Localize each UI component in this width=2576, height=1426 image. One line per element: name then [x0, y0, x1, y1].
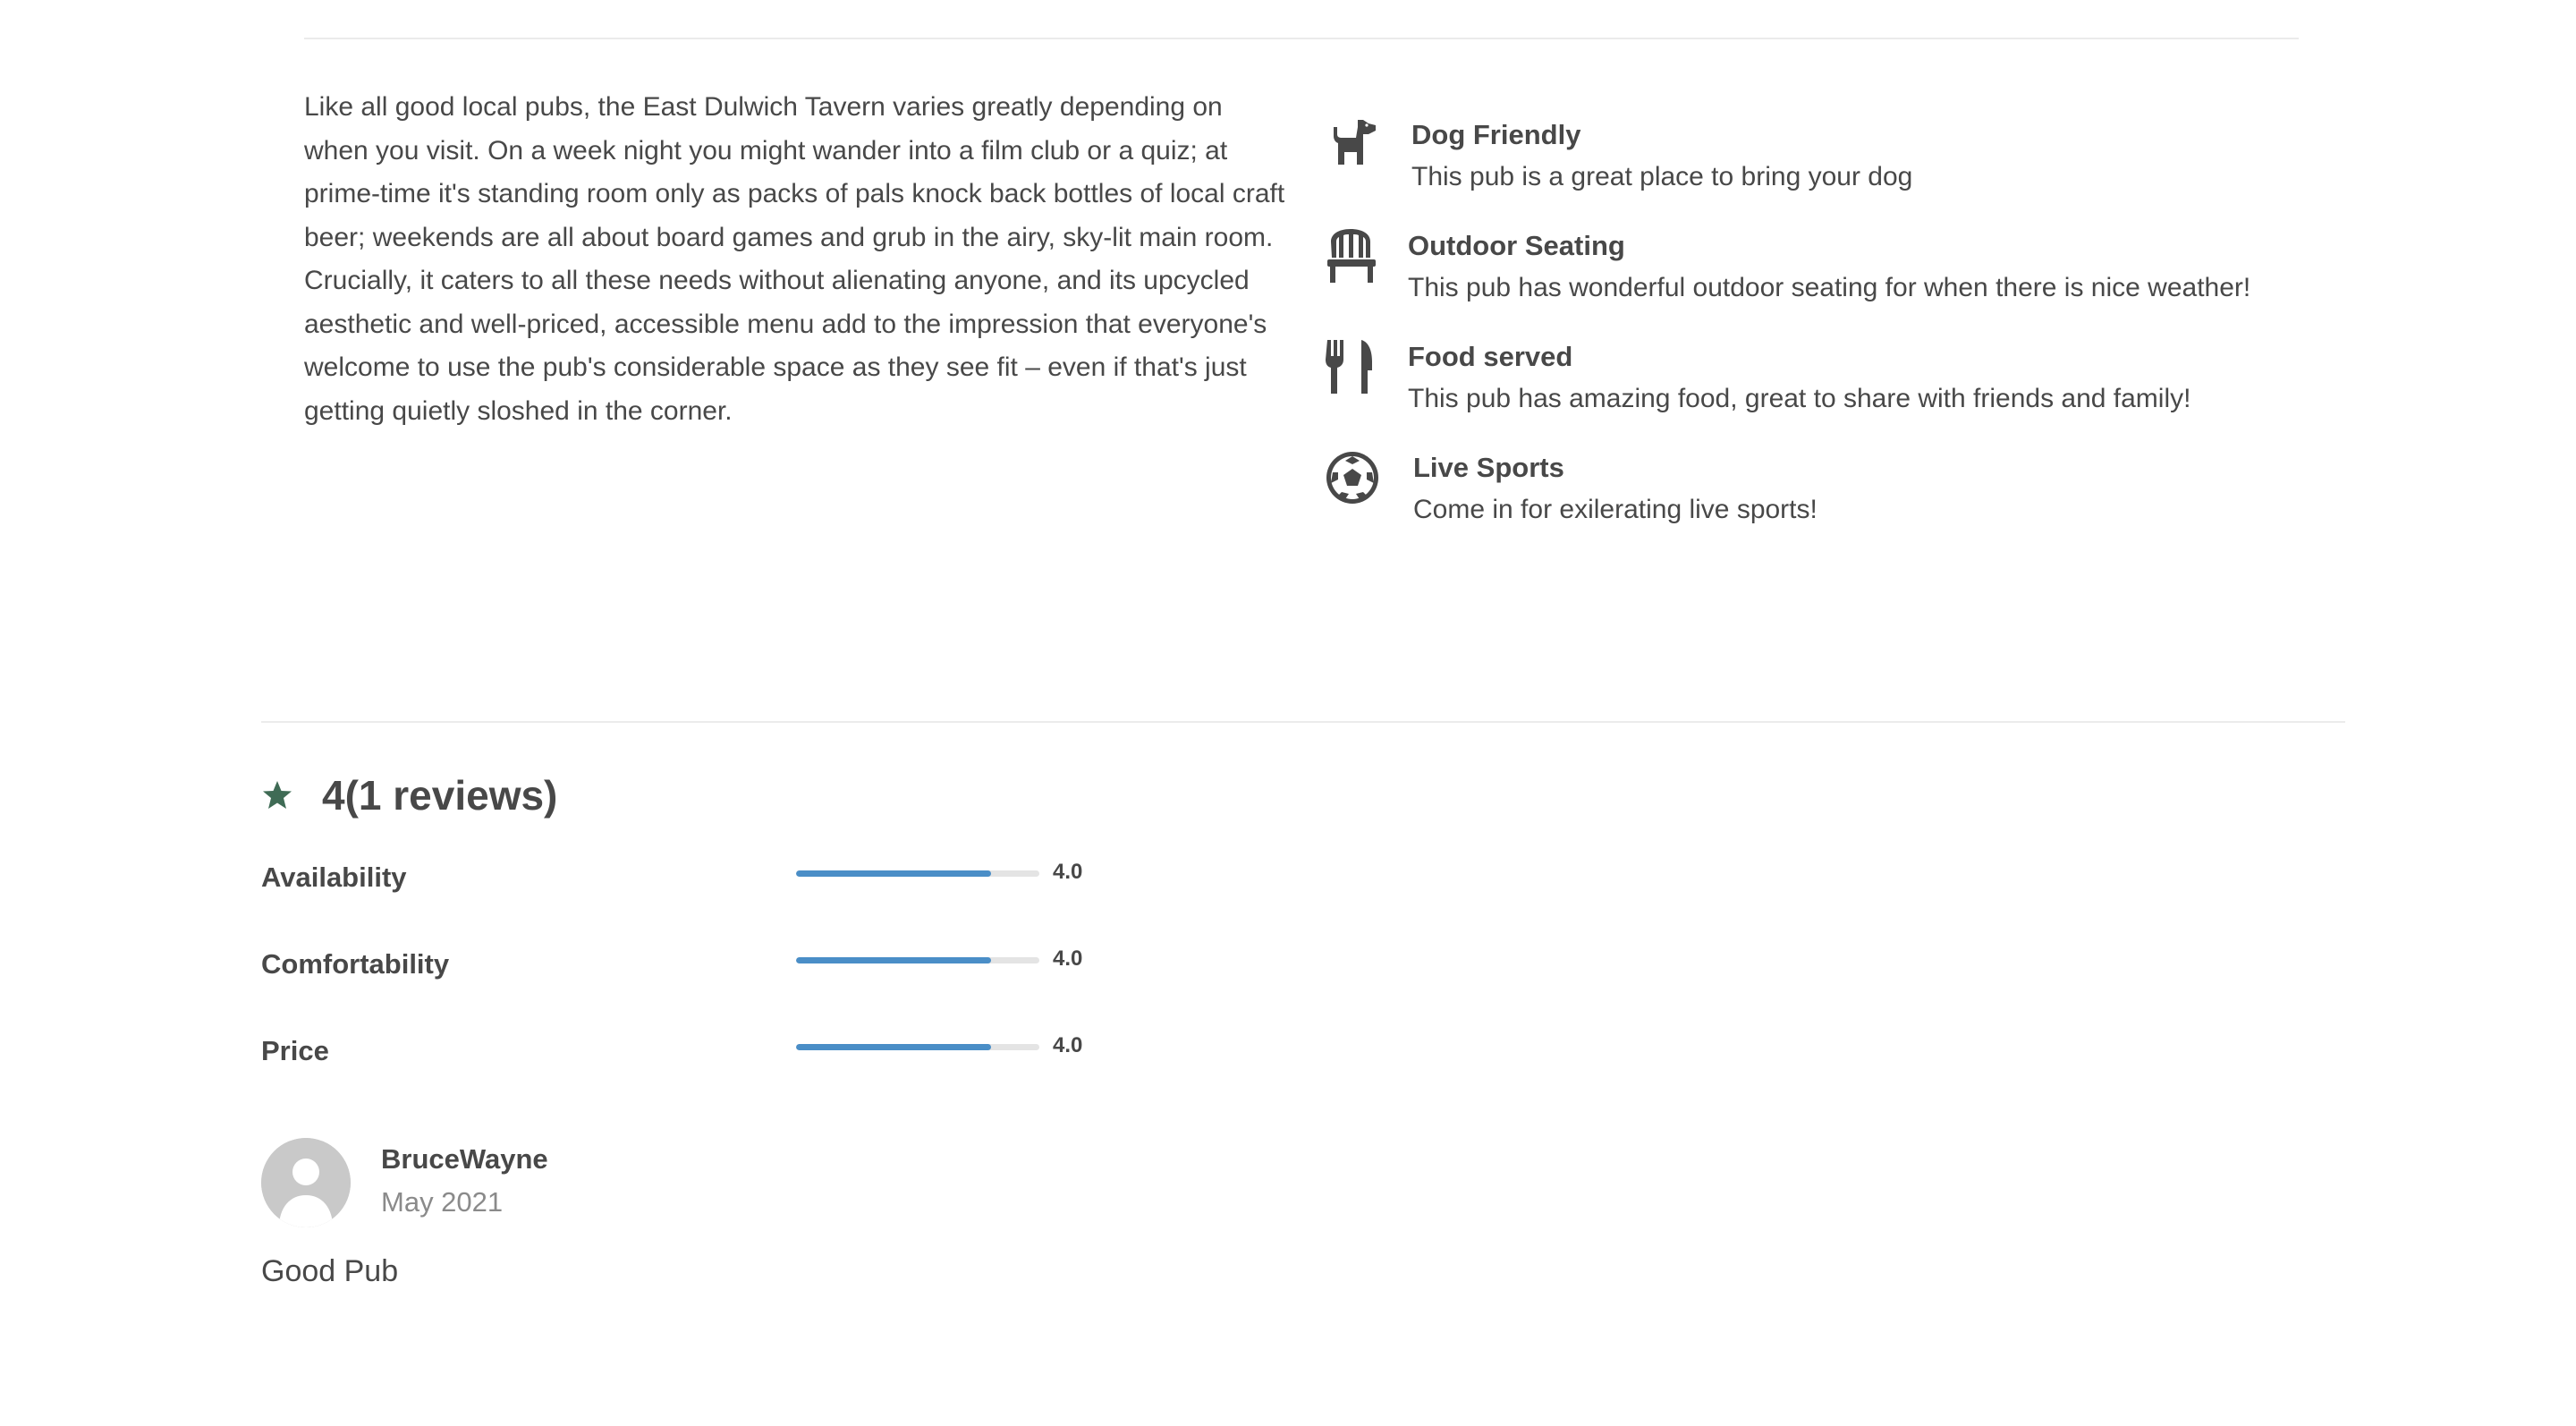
rating-summary-text: 4(1 reviews) — [322, 772, 558, 819]
dog-icon — [1322, 115, 1383, 175]
amenity-description: This pub has wonderful outdoor seating f… — [1408, 273, 2251, 302]
soccer-ball-icon — [1322, 447, 1383, 508]
amenity-outdoor-seating: Outdoor Seating This pub has wonderful o… — [1322, 225, 2306, 310]
rating-row-availability: Availability 4.0 — [261, 854, 1120, 941]
review-card: BruceWayne May 2021 Good Pub — [261, 1138, 1335, 1289]
amenities-list: Dog Friendly This pub is a great place t… — [1322, 115, 2306, 558]
review-text: Good Pub — [261, 1254, 399, 1288]
rating-label: Price — [261, 1035, 329, 1066]
rating-label: Availability — [261, 862, 407, 893]
rating-row-comfortability: Comfortability 4.0 — [261, 941, 1120, 1028]
rating-label: Comfortability — [261, 948, 450, 980]
amenity-title: Food served — [1408, 341, 1573, 372]
pub-description: Like all good local pubs, the East Dulwi… — [304, 92, 1285, 426]
rating-bar-fill — [796, 870, 991, 877]
rating-bar — [796, 957, 1039, 963]
amenity-description: This pub is a great place to bring your … — [1411, 162, 1913, 191]
rating-bar-fill — [796, 1044, 991, 1050]
star-icon — [261, 779, 293, 811]
amenity-title: Dog Friendly — [1411, 119, 1581, 150]
rating-bar — [796, 870, 1039, 877]
review-header: BruceWayne May 2021 — [261, 1138, 1335, 1227]
rating-value: 4.0 — [1053, 860, 1083, 884]
amenity-live-sports: Live Sports Come in for exilerating live… — [1322, 447, 2306, 531]
amenity-description: This pub has amazing food, great to shar… — [1408, 384, 2191, 413]
amenity-title: Live Sports — [1413, 452, 1564, 483]
utensils-icon — [1322, 336, 1383, 397]
section-divider — [261, 721, 2345, 723]
amenity-title: Outdoor Seating — [1408, 230, 1625, 261]
rating-bar — [796, 1044, 1039, 1050]
chair-icon — [1322, 225, 1383, 286]
amenity-food-served: Food served This pub has amazing food, g… — [1322, 336, 2306, 420]
reviewer-name[interactable]: BruceWayne — [381, 1138, 548, 1181]
rating-bar-fill — [796, 957, 991, 963]
rating-summary: 4(1 reviews) — [261, 771, 557, 819]
review-date: May 2021 — [381, 1186, 504, 1218]
avatar[interactable] — [261, 1138, 351, 1227]
rating-value: 4.0 — [1053, 1033, 1083, 1057]
top-divider — [304, 38, 2299, 39]
amenity-dog-friendly: Dog Friendly This pub is a great place t… — [1322, 115, 2306, 199]
rating-row-price: Price 4.0 — [261, 1028, 1120, 1115]
amenity-description: Come in for exilerating live sports! — [1413, 495, 1818, 524]
rating-breakdown: Availability 4.0 Comfortability 4.0 Pric… — [261, 854, 1120, 1115]
rating-value: 4.0 — [1053, 946, 1083, 971]
